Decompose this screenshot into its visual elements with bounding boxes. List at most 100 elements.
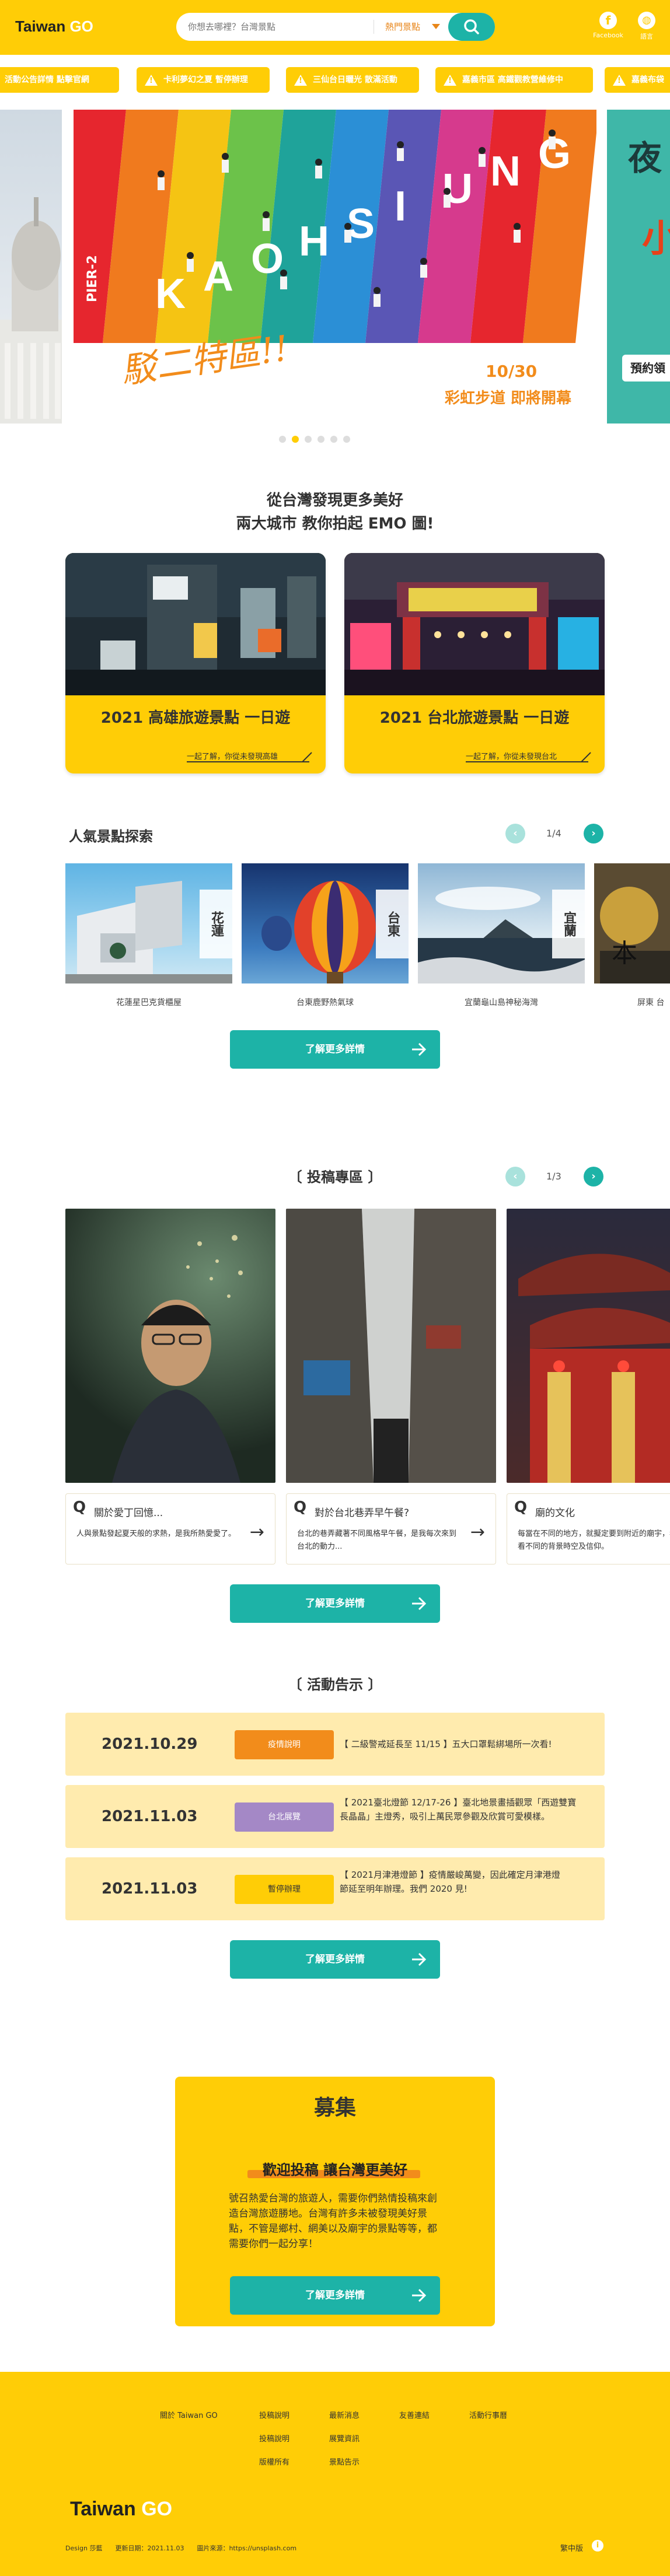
events-title: 〔 活動告示 〕 <box>288 1676 382 1693</box>
carousel-dot[interactable] <box>343 436 350 443</box>
taipei-card[interactable]: 2021 台北旅遊景點 一日遊 一起了解，你從未發現台北 <box>344 553 605 774</box>
submissions-more-button[interactable]: 了解更多詳情 <box>230 1584 440 1623</box>
arrow-right-icon <box>412 1952 427 1966</box>
spot-region-tag: 宜蘭 <box>552 890 585 958</box>
submissions-next-button[interactable]: › <box>584 1167 603 1186</box>
event-date: 2021.11.03 <box>102 1880 198 1898</box>
arrow-right-icon[interactable]: → <box>470 1522 485 1542</box>
search-button[interactable] <box>448 13 495 41</box>
person-figure <box>514 223 521 243</box>
event-row[interactable]: 2021.11.03 暫停辦理 【 2021月津港燈節 】疫情嚴峻萬變，因此確定… <box>65 1857 605 1920</box>
carousel-slide-prev[interactable] <box>0 110 62 424</box>
spots-title: 人氣景點探索 <box>69 828 153 845</box>
globe-icon: ◍ <box>638 12 655 29</box>
search-bar: 熱門景點 <box>176 13 495 41</box>
globe-icon[interactable]: i <box>592 2540 603 2552</box>
card-arrow-line <box>466 761 588 762</box>
question-mark: Q <box>294 1499 307 1516</box>
footer-link-guide[interactable]: 投稿說明 <box>259 2409 289 2420</box>
arrow-right-icon <box>412 2288 427 2302</box>
arrow-icon <box>302 752 312 762</box>
carousel-dot[interactable] <box>305 436 312 443</box>
warning-icon: ! <box>613 74 626 86</box>
footer-link-friends[interactable]: 友善連結 <box>399 2409 430 2420</box>
event-row[interactable]: 2021.10.29 疫情說明 【 二級警戒延長至 11/15 】五大口罩鬆綁場… <box>65 1713 605 1776</box>
spot-caption: 宜蘭龜山島神秘海灣 <box>465 998 538 1007</box>
person-figure <box>222 153 229 173</box>
submission-photo[interactable] <box>65 1209 275 1483</box>
spots-prev-button[interactable]: ‹ <box>505 824 525 844</box>
person-figure <box>263 211 270 231</box>
event-text: 【 二級警戒延長至 11/15 】五大口罩鬆綁場所一次看! <box>340 1739 552 1749</box>
footer-link-notice[interactable]: 景點告示 <box>329 2456 360 2467</box>
kaohsiung-card[interactable]: 2021 高雄旅遊景點 一日遊 一起了解，你從未發現高雄 <box>65 553 326 774</box>
footer-link-exhibition[interactable]: 展覽資訊 <box>329 2432 360 2444</box>
carousel-dot[interactable] <box>292 436 299 443</box>
arrow-right-icon[interactable]: → <box>250 1522 264 1542</box>
submission-card[interactable]: Q 對於台北巷弄早午餐? 台北的巷弄藏著不同風格早午餐，是我每次來到台北的動力.… <box>286 1493 496 1564</box>
footer-link-news[interactable]: 最新消息 <box>329 2409 360 2420</box>
slide-caption: 彩虹步道 即將開幕 <box>445 390 572 407</box>
stair-letter: A <box>203 253 233 300</box>
event-row[interactable]: 2021.11.03 台北展覽 【 2021臺北燈節 12/17-26 】臺北地… <box>65 1785 605 1848</box>
stair-letter: H <box>299 218 329 265</box>
submission-desc: 台北的巷弄藏著不同風格早午餐，是我每次來到台北的動力... <box>297 1530 457 1551</box>
recruit-title: 募集 <box>313 2096 356 2120</box>
stair-letter: N <box>490 148 521 195</box>
submission-photo[interactable] <box>286 1209 496 1483</box>
notice-item[interactable]: ! 三仙台日曬光 散滿活動 <box>286 67 419 93</box>
spot-card[interactable]: 宜蘭 <box>418 863 585 984</box>
submission-card[interactable]: Q 關於愛丁回憶... 人與景點發起夏天般的求熱，是我所熱愛愛了。 → <box>65 1493 275 1564</box>
spot-card[interactable]: 本 <box>594 863 670 984</box>
footer-link-about[interactable]: 關於 Taiwan GO <box>160 2409 218 2420</box>
intro-heading-1: 從台灣發現更多美好 <box>266 492 403 509</box>
recruit-more-button[interactable]: 了解更多詳情 <box>230 2276 440 2315</box>
spot-caption: 台東鹿野熱氣球 <box>296 998 354 1007</box>
carousel-dot[interactable] <box>330 436 337 443</box>
warning-icon: ! <box>294 74 307 86</box>
footer-link-calendar[interactable]: 活動行事曆 <box>469 2409 507 2420</box>
person-figure <box>344 223 351 243</box>
kaohsiung-photo <box>65 553 326 695</box>
kaohsiung-card-sub: 一起了解，你從未發現高雄 <box>187 752 278 761</box>
taipei-card-sub: 一起了解，你從未發現台北 <box>466 752 557 761</box>
footer-link-copyright[interactable]: 版權所有 <box>259 2456 289 2467</box>
recruit-panel: 募集 歡迎投稿 讓台灣更美好 號召熱愛台灣的旅遊人，需要你們熱情投稿來創造台灣旅… <box>175 2077 495 2326</box>
search-input[interactable] <box>188 13 381 41</box>
chevron-down-icon[interactable] <box>432 24 440 29</box>
footer-link-guide-2[interactable]: 投稿說明 <box>259 2432 289 2444</box>
site-logo[interactable]: Taiwan GO <box>15 18 93 36</box>
carousel-slide-main[interactable]: KAOHSIUNG PIER-2 駁二特區!! 10/30 彩虹步道 即將開幕 <box>74 110 596 424</box>
footer-logo[interactable]: Taiwan GO <box>70 2498 172 2521</box>
spot-card[interactable]: 台東 <box>242 863 409 984</box>
notice-item[interactable]: 活動公告詳情 點擊官網 <box>0 67 119 93</box>
person-figure <box>280 270 287 289</box>
pier-label: PIER-2 <box>85 255 100 302</box>
hot-spots-select[interactable]: 熱門景點 <box>385 13 420 41</box>
notice-item[interactable]: ! 嘉義市區 高鐵觀教營維修中 <box>435 67 593 93</box>
spots-more-button[interactable]: 了解更多詳情 <box>230 1030 440 1069</box>
temple-photo <box>518 1254 670 1483</box>
person-figure <box>420 258 427 278</box>
spot-region-tag: 台東 <box>376 890 409 958</box>
site-footer: 關於 Taiwan GO 投稿說明 最新消息 友善連結 活動行事曆 投稿說明 展… <box>0 2372 670 2576</box>
footer-lang[interactable]: 繁中版 <box>560 2542 583 2553</box>
event-date: 2021.10.29 <box>102 1735 198 1753</box>
events-more-button[interactable]: 了解更多詳情 <box>230 1940 440 1979</box>
spots-next-button[interactable]: › <box>584 824 603 844</box>
carousel-slide-next[interactable]: 夜 小 預約領 <box>607 110 670 424</box>
event-text: 【 2021臺北燈節 12/17-26 】臺北地景畫插觀眾「西遊雙寶長晶晶」主燈… <box>340 1797 577 1822</box>
carousel-dot[interactable] <box>317 436 324 443</box>
language-link[interactable]: ◍ 語言 <box>629 12 664 41</box>
facebook-link[interactable]: f Facebook <box>591 12 626 39</box>
carousel-dot[interactable] <box>279 436 286 443</box>
submission-card[interactable]: Q 廟的文化 每當在不同的地方，就擬定要到附近的廟宇，看看不同的背景時空及信仰。 <box>507 1493 670 1564</box>
notice-item[interactable]: ! 嘉義布袋 <box>605 67 670 93</box>
spot-card[interactable]: 花蓮 <box>65 863 232 984</box>
question-mark: Q <box>514 1499 528 1516</box>
stair-letter: K <box>155 271 186 317</box>
submission-photo[interactable] <box>507 1209 670 1483</box>
notice-item[interactable]: ! 卡利夢幻之夏 暫停辦理 <box>137 67 270 93</box>
submissions-prev-button[interactable]: ‹ <box>505 1167 525 1186</box>
arrow-right-icon <box>412 1597 427 1611</box>
